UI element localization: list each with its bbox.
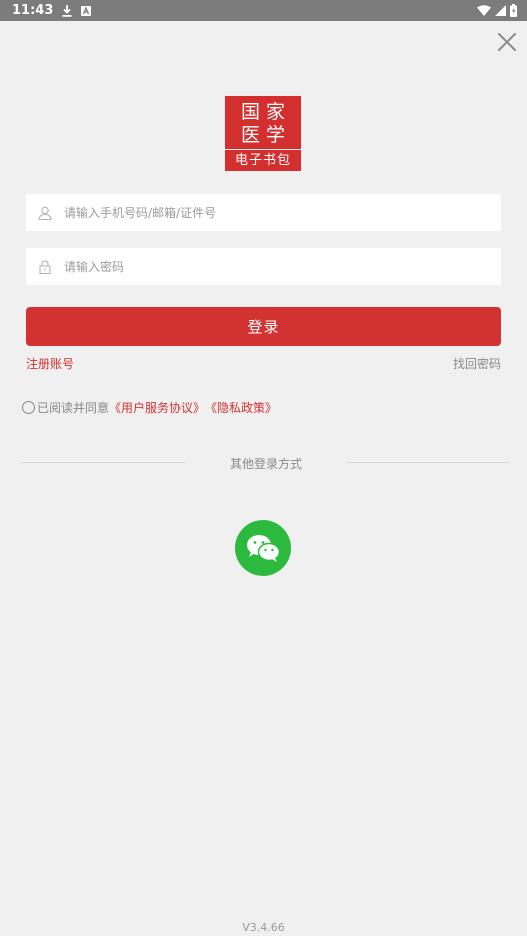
app-logo: 国 家 医 学 电子书包 bbox=[225, 96, 301, 171]
close-icon bbox=[498, 33, 516, 51]
logo-char: 医 bbox=[240, 124, 260, 146]
divider-right bbox=[347, 462, 509, 463]
wechat-icon bbox=[247, 535, 281, 562]
logo-char: 国 bbox=[240, 101, 260, 123]
close-button[interactable] bbox=[495, 30, 519, 54]
password-field[interactable] bbox=[26, 248, 501, 285]
signal-icon bbox=[495, 5, 506, 16]
service-agreement-link[interactable]: 《用户服务协议》 bbox=[109, 399, 205, 416]
agreement-row: 已阅读并同意 《用户服务协议》 《隐私政策》 bbox=[22, 399, 277, 416]
password-input[interactable] bbox=[64, 259, 501, 274]
agreement-text: 已阅读并同意 bbox=[37, 401, 110, 415]
other-login-label: 其他登录方式 bbox=[229, 457, 302, 471]
logo-char: 家 bbox=[265, 101, 285, 123]
username-input[interactable] bbox=[64, 205, 501, 220]
lock-icon bbox=[26, 259, 64, 274]
forgot-password-link[interactable]: 找回密码 bbox=[453, 355, 501, 372]
divider-left bbox=[22, 462, 185, 463]
register-link[interactable]: 注册账号 bbox=[26, 355, 74, 372]
wifi-icon bbox=[477, 5, 491, 16]
status-time: 11:43 bbox=[12, 3, 54, 18]
font-a-icon bbox=[81, 5, 92, 16]
user-icon bbox=[26, 206, 64, 220]
logo-divider bbox=[225, 149, 301, 150]
login-button[interactable]: 登录 bbox=[26, 307, 501, 346]
logo-subtitle: 电子书包 bbox=[234, 153, 291, 168]
username-field[interactable] bbox=[26, 194, 501, 231]
login-screen: 11:43 国 家 医 学 电子书包 请输入手机号码/邮箱/证件号 登录 注册账… bbox=[0, 0, 527, 936]
battery-icon bbox=[510, 4, 517, 17]
version-label: V3.4.66 bbox=[242, 921, 285, 934]
privacy-policy-link[interactable]: 《隐私政策》 bbox=[205, 399, 277, 416]
agreement-radio[interactable] bbox=[22, 401, 35, 414]
status-bar: 11:43 bbox=[0, 0, 527, 21]
download-icon bbox=[62, 4, 72, 17]
wechat-login-button[interactable] bbox=[235, 520, 291, 576]
logo-char: 学 bbox=[265, 124, 285, 146]
